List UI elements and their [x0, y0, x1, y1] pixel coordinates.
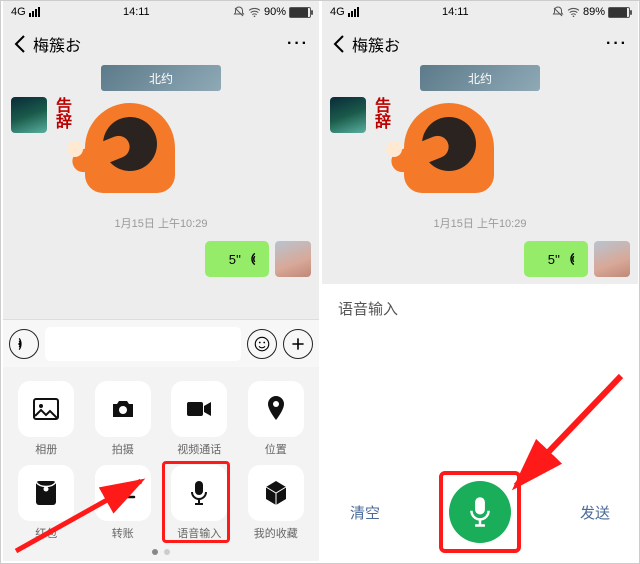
- network-label: 4G: [11, 6, 26, 18]
- attach-label: 转账: [112, 525, 134, 541]
- back-icon[interactable]: [332, 34, 346, 54]
- attach-camera[interactable]: 拍摄: [90, 381, 157, 457]
- page-indicator: [13, 549, 309, 555]
- status-bar: 4G 14:11 89%: [322, 1, 638, 23]
- attach-videocall[interactable]: 视频通话: [166, 381, 233, 457]
- voice-message-bubble[interactable]: 5'': [205, 241, 269, 277]
- camera-icon: [95, 381, 151, 437]
- prev-image-thumb[interactable]: 北约: [101, 65, 221, 91]
- attach-label: 红包: [35, 525, 57, 541]
- attach-label: 我的收藏: [254, 525, 298, 541]
- attach-voiceinput[interactable]: 语音输入: [166, 465, 233, 541]
- voice-duration: 5'': [229, 252, 241, 267]
- attach-location[interactable]: 位置: [243, 381, 310, 457]
- battery-pct: 89%: [583, 6, 605, 18]
- mute-icon: [552, 6, 564, 18]
- input-bar: [3, 319, 319, 367]
- chat-header: 梅簇お ···: [3, 23, 319, 65]
- attach-redpacket[interactable]: 红包: [13, 465, 80, 541]
- sticker-image[interactable]: [394, 97, 504, 207]
- clock: 14:11: [359, 6, 552, 18]
- avatar[interactable]: [330, 97, 366, 133]
- timestamp: 1月15日 上午10:29: [11, 215, 311, 231]
- plus-icon[interactable]: [283, 329, 313, 359]
- chat-title: 梅簇お: [33, 32, 81, 56]
- attach-album[interactable]: 相册: [13, 381, 80, 457]
- transfer-icon: [95, 465, 151, 521]
- avatar[interactable]: [594, 241, 630, 277]
- attach-favorites[interactable]: 我的收藏: [243, 465, 310, 541]
- chat-area[interactable]: 北约 告辞 1月15日 上午10:29 5'': [322, 65, 638, 283]
- signal-icon: [348, 7, 359, 17]
- phone-left: 4G 14:11 90% 梅簇お ···: [3, 1, 319, 561]
- battery-pct: 90%: [264, 6, 286, 18]
- packet-icon: [18, 465, 74, 521]
- attach-label: 相册: [35, 441, 57, 457]
- signal-icon: [29, 7, 40, 17]
- avatar[interactable]: [11, 97, 47, 133]
- wifi-icon: [567, 7, 580, 17]
- attach-transfer[interactable]: 转账: [90, 465, 157, 541]
- more-icon[interactable]: ···: [606, 35, 628, 53]
- mute-icon: [233, 6, 245, 18]
- more-icon[interactable]: ···: [287, 35, 309, 53]
- mic-icon: [171, 465, 227, 521]
- wifi-icon: [248, 7, 261, 17]
- video-icon: [171, 381, 227, 437]
- voice-duration: 5'': [548, 252, 560, 267]
- record-button[interactable]: [449, 481, 511, 543]
- chat-header: 梅簇お ···: [322, 23, 638, 65]
- voice-message-bubble[interactable]: 5'': [524, 241, 588, 277]
- voice-toggle-icon[interactable]: [9, 329, 39, 359]
- send-button[interactable]: 发送: [580, 502, 610, 523]
- pin-icon: [248, 381, 304, 437]
- attach-label: 视频通话: [177, 441, 221, 457]
- chat-title: 梅簇お: [352, 32, 400, 56]
- attachment-panel: 相册 拍摄 视频通话 位置 红包: [3, 367, 319, 561]
- voice-panel-title: 语音输入: [322, 283, 638, 333]
- clear-button[interactable]: 清空: [350, 502, 380, 523]
- attach-label: 语音输入: [177, 525, 221, 541]
- image-icon: [18, 381, 74, 437]
- back-icon[interactable]: [13, 34, 27, 54]
- attach-label: 拍摄: [112, 441, 134, 457]
- sticker-image[interactable]: [75, 97, 185, 207]
- voice-wave-icon: [245, 252, 259, 266]
- emoji-icon[interactable]: [247, 329, 277, 359]
- battery-icon: [608, 7, 630, 18]
- network-label: 4G: [330, 6, 345, 18]
- mic-icon: [467, 496, 493, 528]
- voice-panel: 清空 发送: [322, 333, 638, 561]
- timestamp: 1月15日 上午10:29: [330, 215, 630, 231]
- avatar[interactable]: [275, 241, 311, 277]
- clock: 14:11: [40, 6, 233, 18]
- cube-icon: [248, 465, 304, 521]
- battery-icon: [289, 7, 311, 18]
- message-input[interactable]: [45, 327, 241, 361]
- phone-right: 4G 14:11 89% 梅簇お ···: [322, 1, 638, 561]
- voice-wave-icon: [564, 252, 578, 266]
- status-bar: 4G 14:11 90%: [3, 1, 319, 23]
- prev-image-thumb[interactable]: 北约: [420, 65, 540, 91]
- attach-label: 位置: [265, 441, 287, 457]
- chat-area[interactable]: 北约 告辞 1月15日 上午10:29 5'': [3, 65, 319, 319]
